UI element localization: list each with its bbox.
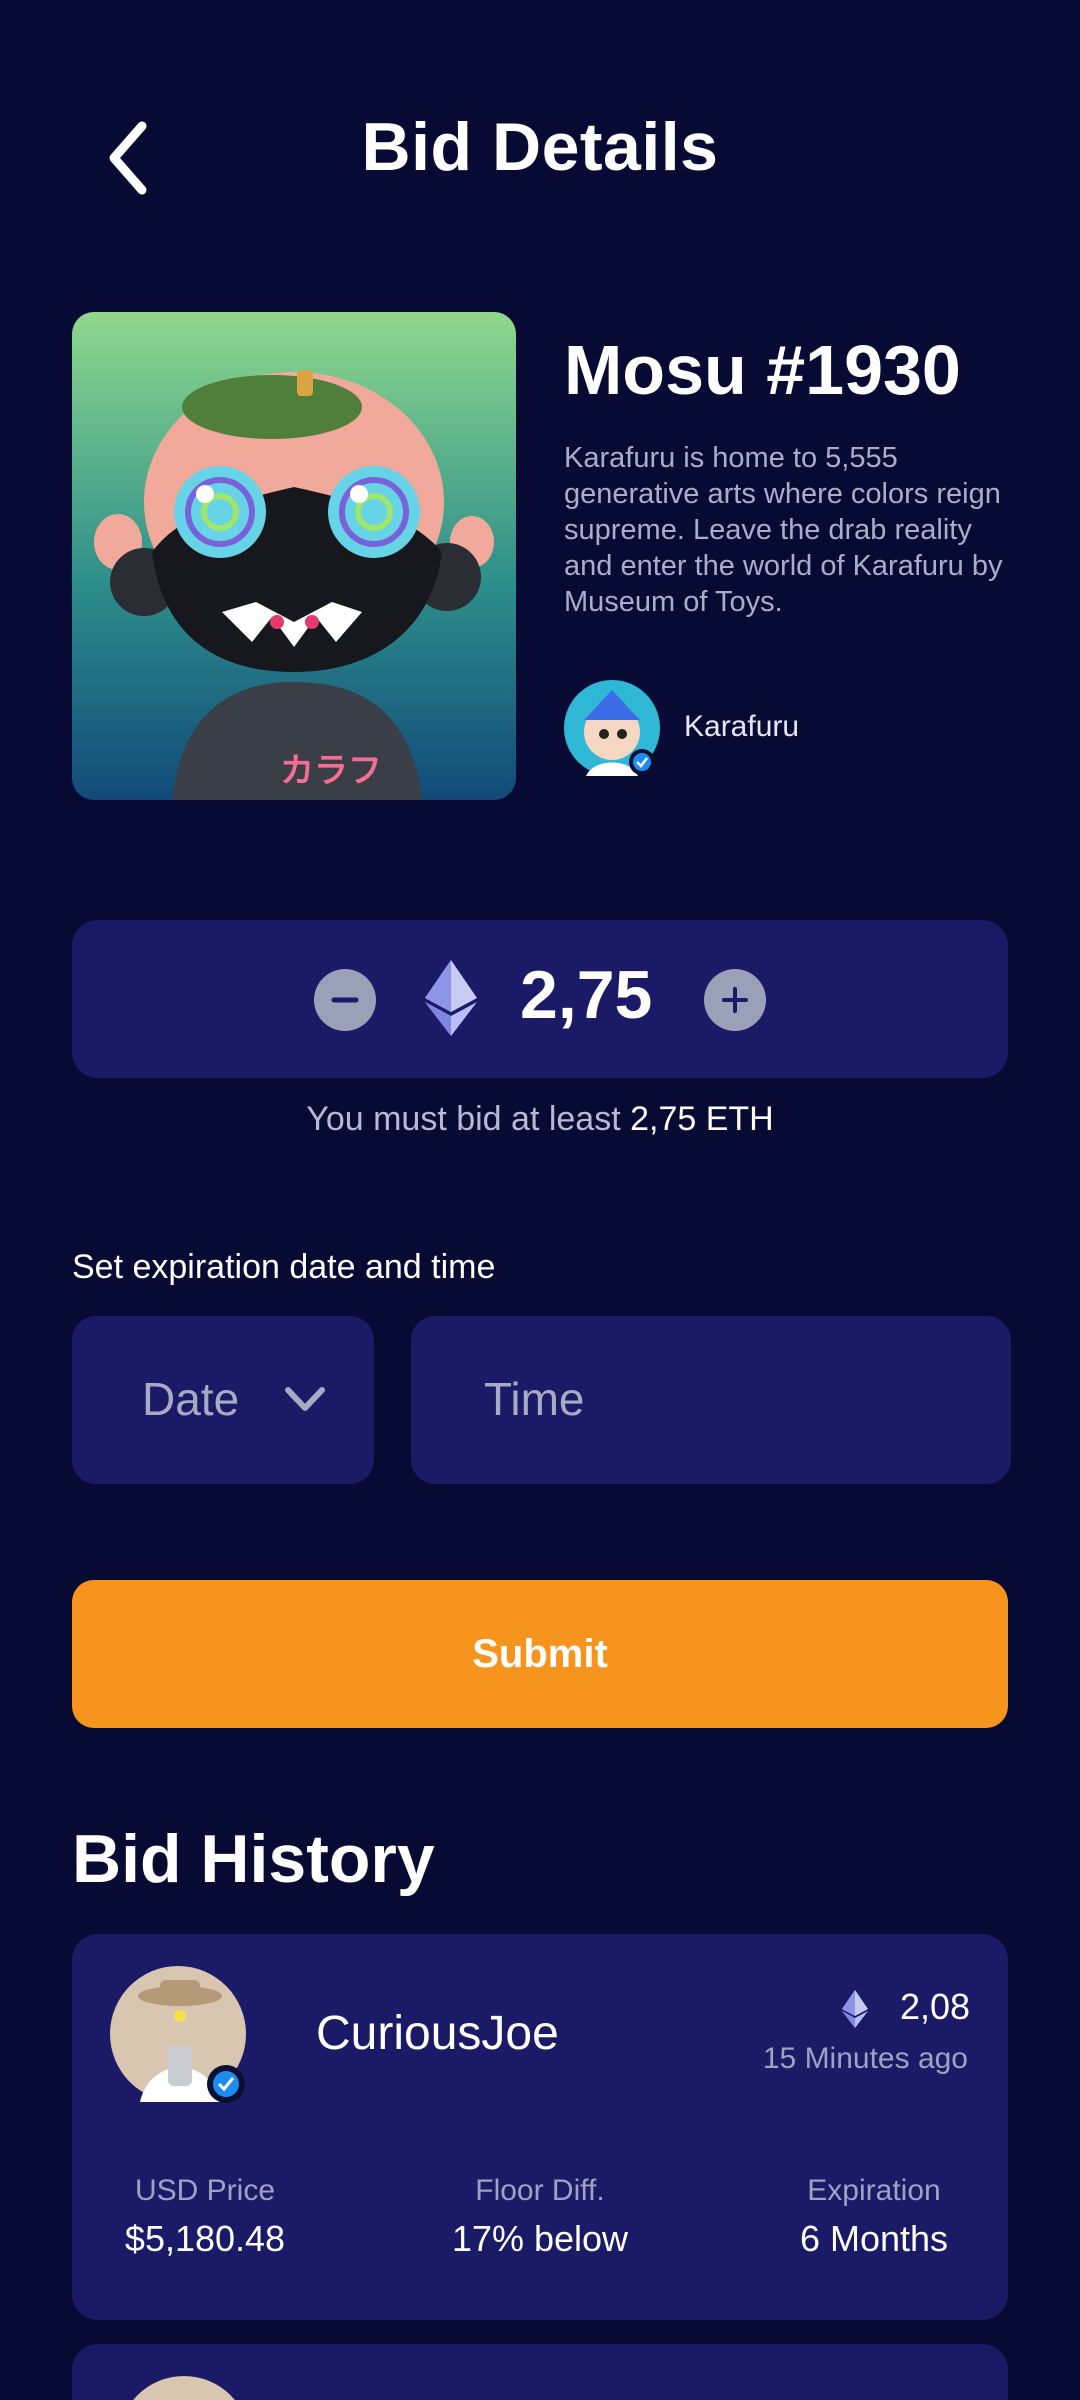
time-placeholder: Time [484, 1373, 585, 1425]
page-title: Bid Details [361, 109, 719, 185]
bid-history-title: Bid History [72, 1821, 435, 1897]
bidder-avatar [110, 1966, 246, 2103]
chevron-down-icon [285, 1387, 325, 1411]
nft-image: カラフ [72, 312, 516, 800]
ethereum-icon [842, 1990, 868, 2028]
decrease-bid-button[interactable] [314, 969, 376, 1031]
floor-diff-label: Floor Diff. [475, 2174, 605, 2207]
bid-eth-value: 2,08 [900, 1986, 971, 2027]
minus-icon [331, 997, 359, 1003]
bid-amount: 2,75 [520, 957, 653, 1033]
expiration-stat-value: 6 Months [799, 2218, 949, 2259]
floor-diff-value: 17% below [451, 2218, 629, 2259]
usd-price-value: $5,180.48 [124, 2218, 286, 2259]
min-bid-hint: You must bid at least 2,75 ETH [0, 1100, 1080, 1139]
ethereum-icon [425, 960, 477, 1036]
expiration-label: Set expiration date and time [72, 1248, 496, 1286]
expiration-stat-label: Expiration [807, 2174, 941, 2207]
usd-price-label: USD Price [134, 2174, 276, 2207]
creator-avatar[interactable] [564, 680, 660, 776]
min-bid-amount: 2,75 ETH [630, 1100, 774, 1138]
submit-button[interactable]: Submit [72, 1580, 1008, 1728]
date-placeholder: Date [142, 1373, 240, 1425]
creator-name[interactable]: Karafuru [684, 710, 799, 744]
sweater-text: カラフ [280, 751, 382, 791]
min-bid-hint-text: You must bid at least [306, 1100, 621, 1138]
bid-time-ago: 15 Minutes ago [762, 2042, 968, 2075]
increase-bid-button[interactable] [704, 969, 766, 1031]
nft-description: Karafuru is home to 5,555 generative art… [564, 442, 1003, 618]
nft-name: Mosu #1930 [564, 331, 961, 409]
verified-badge-icon [629, 749, 655, 775]
plus-icon [722, 987, 748, 1013]
